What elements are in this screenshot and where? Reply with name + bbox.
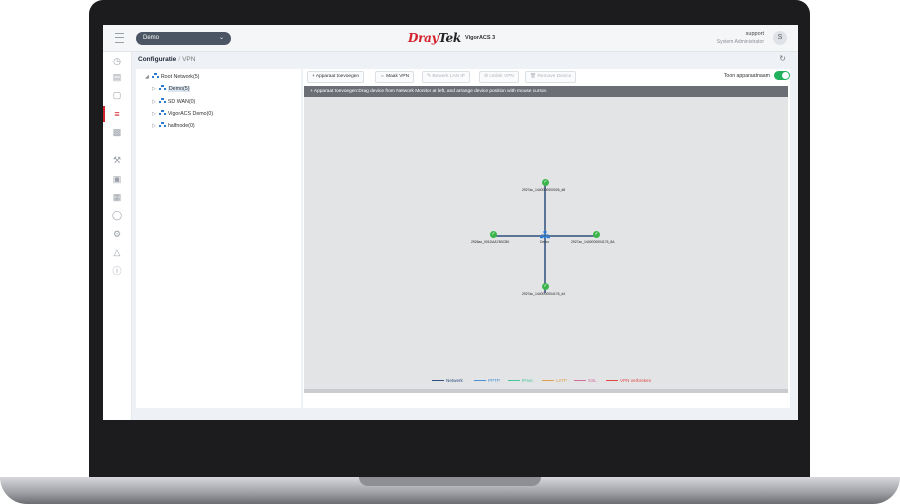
device-select-value: Demo <box>143 35 160 41</box>
edit-lan-ip-button[interactable]: ✎ Bewerk LAN IP <box>422 71 470 83</box>
gauge-icon[interactable]: ◷ <box>112 56 122 66</box>
hub-label: Demo <box>540 240 550 244</box>
vpn-topology-panel: + Apparaat toevoegen ⇔ Maak VPN ✎ Bewerk… <box>303 69 790 408</box>
legend-label: VPN verbreken <box>620 378 652 383</box>
collapsed-arrow-icon[interactable]: ▷ <box>152 111 156 117</box>
sidebar: ◷ ▤ ▢ ≡ ▩ ⚒ ▣ ▦ ◯ ⚙ △ ⓘ <box>103 52 132 420</box>
info-icon[interactable]: ⓘ <box>112 266 122 276</box>
collapsed-arrow-icon[interactable]: ▷ <box>152 86 156 92</box>
network-node-icon <box>158 122 166 128</box>
legend-swatch <box>432 380 444 381</box>
legend-item: VPN verbreken <box>606 378 651 383</box>
expanded-arrow-icon[interactable]: ◢ <box>145 74 149 80</box>
legend-item: L2TP <box>542 378 567 383</box>
hub-network-icon[interactable] <box>540 231 550 239</box>
wrench-icon[interactable]: ⚒ <box>112 155 122 165</box>
legend-label: PPTP <box>488 378 500 383</box>
tree-item-label: Demo(5) <box>167 86 191 92</box>
product-name: VigorACS 3 <box>465 35 496 41</box>
make-vpn-label: Maak VPN <box>386 74 410 79</box>
user-role: System Administrator <box>716 39 764 45</box>
device-select[interactable]: Demo ⌄ <box>136 32 231 45</box>
unlink-vpn-button[interactable]: ⊘ Unlink VPN <box>479 71 519 83</box>
globe-icon[interactable]: ◯ <box>112 210 122 220</box>
monitor-icon[interactable]: ▢ <box>112 90 122 100</box>
tree-item-vigoracs-demo[interactable]: ▷ VigorACS Demo(0) <box>152 110 213 117</box>
unlink-vpn-label: Unlink VPN <box>489 74 514 79</box>
tree-item-label: Root Network(5) <box>160 74 200 80</box>
avatar[interactable]: S <box>773 31 787 45</box>
chevron-down-icon: ⌄ <box>218 35 224 41</box>
legend-swatch <box>606 380 618 381</box>
warning-icon[interactable]: △ <box>112 247 122 257</box>
breadcrumb-separator: / <box>178 56 181 63</box>
user-name: support <box>745 31 764 37</box>
add-device-button[interactable]: + Apparaat toevoegen <box>307 71 365 83</box>
legend-label: L2TP <box>556 378 567 383</box>
make-vpn-button[interactable]: ⇔ Maak VPN <box>375 71 415 83</box>
show-device-name-toggle[interactable] <box>774 71 790 80</box>
network-tree: ◢ Root Network(5) ▷ Demo(5) ▷ SD WAN(0) ▷ Vi… <box>136 69 301 408</box>
legend-label: Netwerk <box>446 378 463 383</box>
collapsed-arrow-icon[interactable]: ▷ <box>152 99 156 105</box>
legend-swatch <box>508 380 520 381</box>
device-label-right: 2927ac_1440000004176_8A <box>571 240 615 244</box>
draytek-logo: DrayTek <box>408 31 461 45</box>
logo-part-dray: Dray <box>408 31 439 45</box>
sliders-icon[interactable]: ≡ <box>112 109 122 119</box>
breadcrumb-section[interactable]: Configuratie <box>138 56 176 63</box>
horizontal-scrollbar[interactable] <box>304 389 788 393</box>
bar-chart-icon[interactable]: ▤ <box>112 72 122 82</box>
device-ok-icon[interactable]: ✓ <box>542 283 549 290</box>
legend-swatch <box>474 380 486 381</box>
remove-device-label: Remove Device <box>537 74 572 79</box>
edit-lan-ip-label: Bewerk LAN IP <box>432 74 465 79</box>
device-ok-icon[interactable]: ✓ <box>593 231 600 238</box>
device-ok-icon[interactable]: ✓ <box>542 179 549 186</box>
device-ok-icon[interactable]: ✓ <box>490 231 497 238</box>
grid-icon[interactable]: ▦ <box>112 192 122 202</box>
network-node-icon <box>158 110 166 116</box>
tree-item-sdwan[interactable]: ▷ SD WAN(0) <box>152 98 195 105</box>
tree-item-label: halfnode(0) <box>167 123 195 129</box>
network-icon[interactable]: ▩ <box>112 127 122 137</box>
legend-swatch <box>574 380 586 381</box>
sidebar-active-indicator <box>103 106 105 122</box>
legend-item: IPsec <box>508 378 534 383</box>
device-label-top: 2927ac_1440000000026_d8 <box>522 188 566 192</box>
breadcrumb-page: VPN <box>182 56 196 63</box>
network-node-icon <box>158 98 166 104</box>
laptop-notch <box>359 477 541 486</box>
tree-item-label: SD WAN(0) <box>167 99 196 105</box>
topbar: Demo ⌄ DrayTek VigorACS 3 support System… <box>103 25 798 52</box>
legend: Netwerk PPTP IPsec L2TP SSL VPN verbreke… <box>304 378 788 386</box>
tree-item-demo[interactable]: ▷ Demo(5) <box>152 85 191 92</box>
gear-icon[interactable]: ⚙ <box>112 229 122 239</box>
app-screen: Demo ⌄ DrayTek VigorACS 3 support System… <box>103 25 798 420</box>
tree-item-halfnode[interactable]: ▷ halfnode(0) <box>152 122 195 129</box>
collapsed-arrow-icon[interactable]: ▷ <box>152 123 156 129</box>
remove-device-button[interactable]: 🗑 Remove Device <box>525 71 577 83</box>
breadcrumb: Configuratie / VPN <box>138 56 195 63</box>
device-label-left: 2926ax_001DAA74BCB0 <box>471 240 510 244</box>
legend-item: SSL <box>574 378 597 383</box>
network-node-icon <box>158 85 166 91</box>
legend-label: SSL <box>588 378 597 383</box>
topology-canvas[interactable]: Demo ✓ 2927ac_1440000000026_d8 ✓ 2926ax_… <box>304 97 788 389</box>
refresh-icon[interactable]: ↻ <box>779 54 786 63</box>
menu-icon[interactable] <box>115 33 124 43</box>
window-icon[interactable]: ▣ <box>112 174 122 184</box>
tree-item-root[interactable]: ◢ Root Network(5) <box>145 73 199 80</box>
hint-bar: + Apparaat toevoegen:Drag device from Ne… <box>304 86 788 97</box>
legend-label: IPsec <box>522 378 534 383</box>
logo-part-tek: Tek <box>438 31 461 45</box>
legend-swatch <box>542 380 554 381</box>
legend-item: Netwerk <box>432 378 463 383</box>
show-device-name-label: Toon apparaatnaam <box>723 73 770 79</box>
network-node-icon <box>151 73 159 79</box>
tree-item-label: VigorACS Demo(0) <box>167 111 214 117</box>
legend-item: PPTP <box>474 378 500 383</box>
device-label-bottom: 2927ac_1440000004176_d4 <box>522 292 566 296</box>
